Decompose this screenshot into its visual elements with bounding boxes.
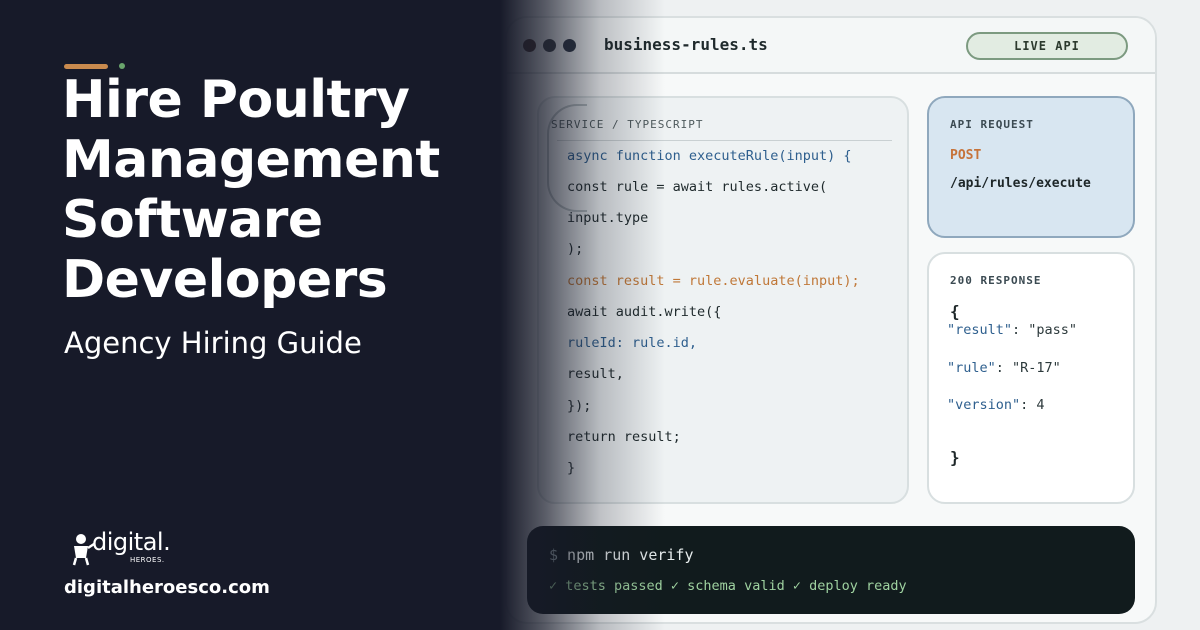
editor-titlebar: business-rules.ts LIVE API	[507, 18, 1155, 74]
editor-window: business-rules.ts LIVE API SERVICE / TYP…	[505, 16, 1157, 624]
api-request-label: API REQUEST	[950, 118, 1034, 131]
api-request-card: API REQUEST POST /api/rules/execute	[927, 96, 1135, 238]
code-panel-divider	[557, 140, 892, 141]
json-value: : "pass"	[1012, 322, 1078, 338]
terminal-command: npm run verify	[558, 546, 694, 564]
terminal-command-line: $ npm run verify	[549, 546, 694, 564]
json-key: "result"	[947, 322, 1013, 338]
terminal-prompt: $	[549, 546, 559, 564]
json-open-brace: {	[950, 302, 960, 321]
accent-dot	[119, 63, 125, 69]
code-line: result,	[567, 366, 624, 382]
window-controls	[523, 39, 576, 52]
code-panel: SERVICE / TYPESCRIPT async function exec…	[537, 96, 909, 504]
json-close-brace: }	[950, 448, 960, 467]
response-card: 200 RESPONSE { "result": "pass" "rule": …	[927, 252, 1135, 504]
terminal-panel: $ npm run verify ✓ tests passed ✓ schema…	[527, 526, 1135, 614]
json-field-version: "version": 4	[947, 397, 1045, 413]
page-subtitle: Agency Hiring Guide	[64, 326, 362, 360]
code-line: });	[567, 398, 592, 414]
api-endpoint-path: /api/rules/execute	[950, 176, 1091, 191]
minimize-dot-icon[interactable]	[543, 39, 556, 52]
json-value: : "R-17"	[995, 360, 1061, 376]
json-value: : 4	[1020, 397, 1045, 413]
code-line: async function executeRule(input) {	[567, 148, 852, 164]
code-line: const result = rule.evaluate(input);	[567, 273, 860, 289]
code-line: await audit.write({	[567, 304, 722, 320]
close-dot-icon[interactable]	[523, 39, 536, 52]
json-field-result: "result": "pass"	[947, 322, 1077, 338]
json-field-rule: "rule": "R-17"	[947, 360, 1061, 376]
accent-bar	[64, 64, 108, 69]
json-key: "rule"	[947, 360, 996, 376]
digital-heroes-logo[interactable]: digital. HEROES.	[70, 528, 190, 568]
headline-line: Management	[62, 130, 440, 190]
page-title: Hire Poultry Management Software Develop…	[62, 70, 482, 310]
website-url-link[interactable]: digitalheroesco.com	[64, 577, 270, 598]
terminal-output: ✓ tests passed ✓ schema valid ✓ deploy r…	[549, 578, 907, 594]
response-status-label: 200 RESPONSE	[950, 274, 1042, 287]
logo-wordmark: digital.	[92, 528, 171, 556]
code-line: return result;	[567, 429, 681, 445]
json-key: "version"	[947, 397, 1021, 413]
logo-subtext: HEROES.	[130, 556, 165, 564]
code-panel-label: SERVICE / TYPESCRIPT	[551, 118, 704, 131]
headline-line: Hire Poultry	[62, 70, 410, 130]
code-line: );	[567, 241, 584, 257]
code-line: const rule = await rules.active(	[567, 179, 828, 195]
code-line: input.type	[567, 210, 649, 226]
headline-line: Software	[62, 190, 323, 250]
http-method: POST	[950, 148, 982, 163]
headline-line: Developers	[62, 250, 388, 310]
maximize-dot-icon[interactable]	[563, 39, 576, 52]
live-api-badge: LIVE API	[966, 32, 1128, 60]
code-line: ruleId: rule.id,	[567, 335, 698, 351]
code-line: }	[567, 460, 576, 476]
file-name-tab[interactable]: business-rules.ts	[604, 35, 768, 54]
